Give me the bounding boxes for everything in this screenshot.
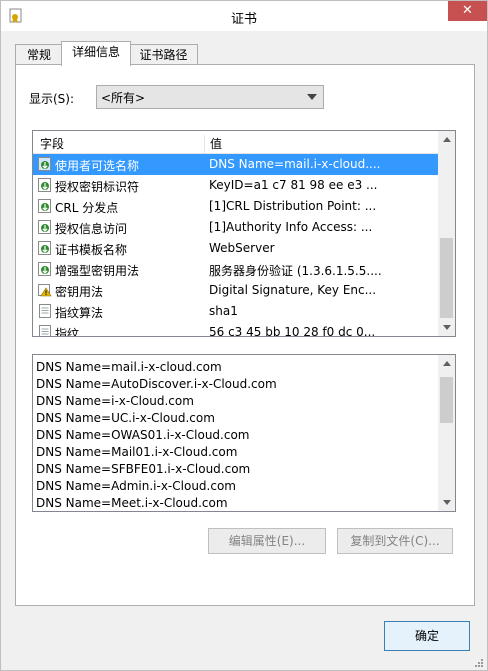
fields-list-row[interactable]: 增强型密钥用法 服务器身份验证 (1.3.6.1.5.5.... bbox=[33, 259, 438, 280]
show-dropdown-value: <所有> bbox=[101, 91, 146, 105]
close-button[interactable]: ✕ bbox=[448, 1, 487, 21]
field-name: 增强型密钥用法 bbox=[55, 264, 140, 278]
scrollbar-thumb[interactable] bbox=[440, 238, 453, 318]
fields-list-row[interactable]: 密钥用法 Digital Signature, Key Enc... bbox=[33, 280, 438, 301]
field-value: WebServer bbox=[209, 241, 275, 255]
copy-to-file-button[interactable]: 复制到文件(C)... bbox=[337, 528, 453, 554]
scroll-down-icon[interactable] bbox=[443, 500, 451, 505]
detail-line: DNS Name=Mail01.i-x-Cloud.com bbox=[36, 445, 238, 459]
show-dropdown[interactable]: <所有> bbox=[96, 85, 324, 109]
field-value: DNS Name=mail.i-x-cloud.... bbox=[209, 157, 381, 171]
fields-list[interactable]: 字段 值 使用者可选名称 DNS Name=mail.i-x-cloud.... 授… bbox=[32, 130, 456, 337]
detail-line: DNS Name=mail.i-x-cloud.com bbox=[36, 360, 222, 374]
warning-field-icon bbox=[38, 283, 52, 297]
detail-line: DNS Name=OWAS01.i-x-Cloud.com bbox=[36, 428, 250, 442]
field-name: 授权信息访问 bbox=[55, 222, 128, 236]
fields-list-row[interactable]: 使用者可选名称 DNS Name=mail.i-x-cloud.... bbox=[33, 154, 438, 175]
resize-grip-icon[interactable] bbox=[474, 657, 484, 667]
edit-properties-button[interactable]: 编辑属性(E)... bbox=[208, 528, 326, 554]
cert-field-icon bbox=[38, 157, 52, 171]
column-header-value[interactable]: 值 bbox=[210, 135, 222, 152]
document-field-icon bbox=[38, 325, 52, 336]
details-panel: 显示(S): <所有> 字段 值 使用者可选名称 DNS Name=mail.i-… bbox=[15, 64, 475, 606]
field-value: KeyID=a1 c7 81 98 ee e3 ... bbox=[209, 178, 378, 192]
fields-list-header: 字段 值 bbox=[33, 131, 438, 157]
scroll-down-icon[interactable] bbox=[443, 325, 451, 330]
field-name: 证书模板名称 bbox=[55, 243, 128, 257]
field-value: Digital Signature, Key Enc... bbox=[209, 283, 377, 297]
certificate-window: 证书 ✕ 常规 详细信息 证书路径 显示(S): <所有> 字段 值 使用者可选… bbox=[0, 0, 488, 671]
field-value: 服务器身份验证 (1.3.6.1.5.5.... bbox=[209, 264, 382, 278]
detail-line: DNS Name=AutoDiscover.i-x-Cloud.com bbox=[36, 377, 277, 391]
field-name: 密钥用法 bbox=[55, 285, 104, 299]
title-bar[interactable]: 证书 ✕ bbox=[1, 1, 487, 31]
scroll-up-icon[interactable] bbox=[443, 137, 451, 142]
document-field-icon bbox=[38, 304, 52, 318]
detail-line: DNS Name=UC.i-x-Cloud.com bbox=[36, 411, 215, 425]
ok-button[interactable]: 确定 bbox=[384, 621, 470, 651]
detail-line: DNS Name=i-x-Cloud.com bbox=[36, 394, 194, 408]
fields-list-row[interactable]: 指纹 56 c3 45 bb 10 28 f0 dc 0... bbox=[33, 322, 438, 337]
fields-list-scrollbar[interactable] bbox=[438, 131, 455, 336]
tab-cert-path[interactable]: 证书路径 bbox=[129, 44, 198, 65]
field-detail-lines: DNS Name=mail.i-x-cloud.com DNS Name=Auto… bbox=[36, 359, 277, 511]
cert-field-icon bbox=[38, 220, 52, 234]
cert-field-icon bbox=[38, 262, 52, 276]
window-title: 证书 bbox=[230, 12, 257, 27]
detail-line: DNS Name=SFBFE01.i-x-Cloud.com bbox=[36, 462, 251, 476]
scrollbar-thumb[interactable] bbox=[440, 377, 453, 423]
field-value: [1]Authority Info Access: ... bbox=[209, 220, 373, 234]
field-value: [1]CRL Distribution Point: ... bbox=[209, 199, 377, 213]
fields-list-rows: 使用者可选名称 DNS Name=mail.i-x-cloud.... 授权密钥标识… bbox=[33, 154, 438, 337]
fields-list-row[interactable]: 授权密钥标识符 KeyID=a1 c7 81 98 ee e3 ... bbox=[33, 175, 438, 196]
column-header-field[interactable]: 字段 bbox=[40, 135, 64, 152]
field-name: CRL 分发点 bbox=[55, 201, 119, 215]
detail-scrollbar[interactable] bbox=[438, 355, 455, 511]
field-detail-box[interactable]: DNS Name=mail.i-x-cloud.com DNS Name=Auto… bbox=[32, 354, 456, 512]
field-value: 56 c3 45 bb 10 28 f0 dc 0... bbox=[209, 325, 376, 337]
detail-line: DNS Name=Meet.i-x-Cloud.com bbox=[36, 496, 228, 510]
chevron-down-icon bbox=[307, 94, 317, 100]
field-name: 使用者可选名称 bbox=[55, 159, 140, 173]
field-value: sha1 bbox=[209, 304, 238, 318]
cert-field-icon bbox=[38, 241, 52, 255]
tab-general[interactable]: 常规 bbox=[15, 44, 63, 65]
scroll-up-icon[interactable] bbox=[443, 361, 451, 366]
detail-line: DNS Name=Admin.i-x-Cloud.com bbox=[36, 479, 236, 493]
field-name: 授权密钥标识符 bbox=[55, 180, 140, 194]
cert-field-icon bbox=[38, 178, 52, 192]
field-name: 指纹算法 bbox=[55, 306, 104, 320]
show-label: 显示(S): bbox=[29, 92, 75, 106]
fields-list-row[interactable]: 指纹算法 sha1 bbox=[33, 301, 438, 322]
field-name: 指纹 bbox=[55, 327, 80, 337]
fields-list-row[interactable]: 证书模板名称 WebServer bbox=[33, 238, 438, 259]
cert-field-icon bbox=[38, 199, 52, 213]
close-icon: ✕ bbox=[462, 3, 473, 18]
fields-list-row[interactable]: 授权信息访问 [1]Authority Info Access: ... bbox=[33, 217, 438, 238]
fields-list-row[interactable]: CRL 分发点 [1]CRL Distribution Point: ... bbox=[33, 196, 438, 217]
tab-details[interactable]: 详细信息 bbox=[61, 41, 131, 66]
